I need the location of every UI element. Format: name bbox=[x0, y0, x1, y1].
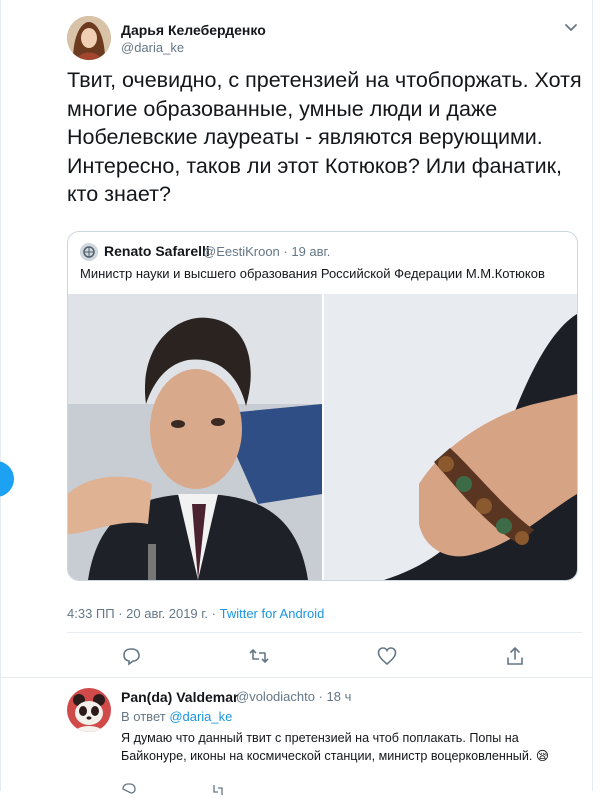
chevron-down-icon[interactable] bbox=[562, 18, 580, 36]
reply-to-prefix: В ответ bbox=[121, 709, 170, 724]
reply-icon[interactable] bbox=[120, 645, 142, 667]
author-handle[interactable]: @daria_ke bbox=[121, 40, 184, 55]
reply-icon[interactable] bbox=[121, 782, 137, 798]
tweet-source-link[interactable]: Twitter for Android bbox=[220, 606, 325, 621]
quote-photo-bracelet[interactable] bbox=[324, 294, 577, 580]
quoted-tweet[interactable]: Renato Safarelli @EestiKroon · 19 авг. М… bbox=[67, 231, 578, 581]
tweet-timestamp: 4:33 ПП · 20 авг. 2019 г. · Twitter for … bbox=[67, 606, 324, 621]
timeline-left-border bbox=[0, 0, 1, 791]
timestamp-text[interactable]: 4:33 ПП · 20 авг. 2019 г. · bbox=[67, 606, 220, 621]
divider bbox=[0, 677, 593, 678]
timeline-right-border bbox=[592, 0, 593, 791]
reply-author-name[interactable]: Pan(da) Valdemar bbox=[121, 689, 239, 705]
quote-text: Министр науки и высшего образования Росс… bbox=[80, 266, 545, 281]
tweet-text: Твит, очевидно, с претензией на чтобпорж… bbox=[67, 68, 582, 207]
quote-avatar-image bbox=[80, 243, 98, 261]
divider bbox=[67, 632, 582, 633]
avatar[interactable] bbox=[67, 16, 111, 60]
retweet-icon[interactable] bbox=[210, 782, 226, 798]
reply-to-line: В ответ @daria_ke bbox=[121, 709, 232, 724]
share-icon[interactable] bbox=[504, 645, 526, 667]
reply-avatar[interactable] bbox=[67, 688, 111, 732]
panda-avatar-image bbox=[67, 688, 111, 732]
quote-author-name[interactable]: Renato Safarelli bbox=[104, 243, 210, 259]
quote-photo-portrait[interactable] bbox=[68, 294, 322, 580]
like-icon[interactable] bbox=[376, 645, 398, 667]
quote-avatar[interactable] bbox=[80, 243, 98, 261]
avatar-image bbox=[67, 16, 111, 60]
reply-author-handle[interactable]: @volodiachto · 18 ч bbox=[236, 689, 351, 704]
retweet-icon[interactable] bbox=[248, 645, 270, 667]
author-name[interactable]: Дарья Келеберденко bbox=[121, 22, 266, 38]
quote-author-handle[interactable]: @EestiKroon · 19 авг. bbox=[203, 244, 330, 259]
compose-tweet-button[interactable] bbox=[0, 461, 14, 497]
reply-to-mention[interactable]: @daria_ke bbox=[169, 709, 232, 724]
reply-text: Я думаю что данный твит с претензией на … bbox=[121, 731, 550, 763]
